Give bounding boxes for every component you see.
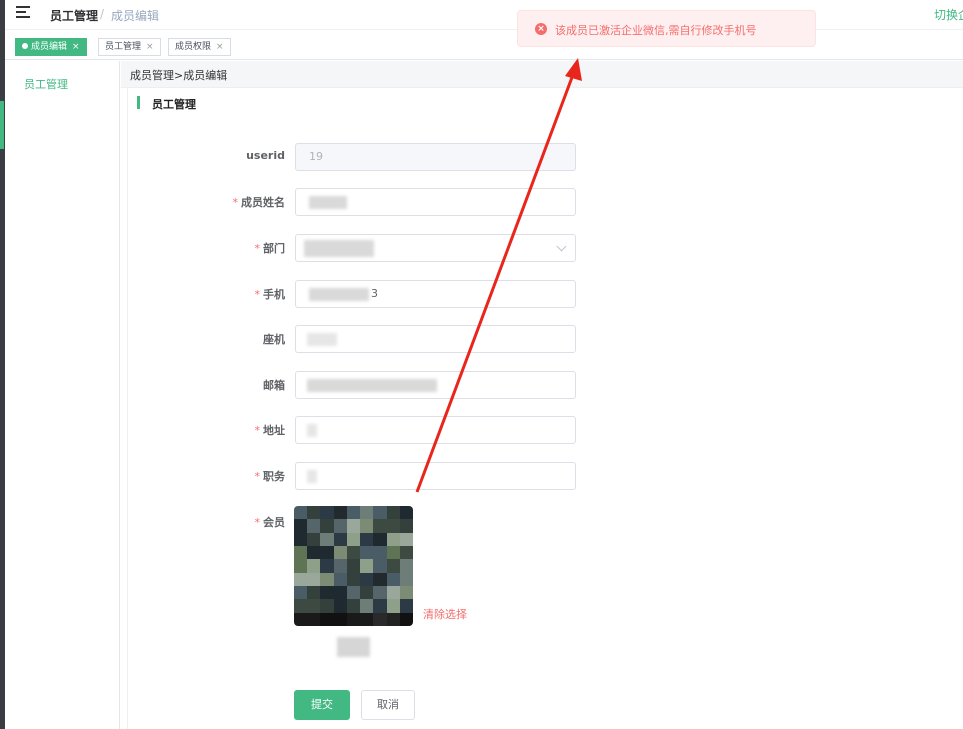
tab-label: 成员编辑 <box>31 42 68 52</box>
tab-label: 员工管理 <box>105 42 142 52</box>
submit-button[interactable]: 提交 <box>294 690 350 720</box>
content-divider <box>127 88 128 729</box>
landline-input[interactable] <box>295 325 576 353</box>
name-label: * 成员姓名 <box>232 196 286 209</box>
form-row-department: * 部门 <box>0 234 963 262</box>
form-row-position: * 职务 <box>0 462 963 490</box>
redacted-value <box>307 470 317 483</box>
member-name-redacted <box>337 637 370 657</box>
email-label: 邮箱 <box>263 379 285 392</box>
redacted-value <box>307 379 437 392</box>
redacted-value <box>309 196 347 209</box>
close-icon[interactable]: × <box>146 42 154 52</box>
userid-value: 19 <box>309 150 323 163</box>
phone-input[interactable]: 3 <box>295 280 576 308</box>
toast-message: 该成员已激活企业微信,需自行修改手机号 <box>555 24 757 37</box>
form-row-userid: userid 19 <box>0 143 963 171</box>
tab-label: 成员权限 <box>175 42 212 52</box>
switch-enterprise-link[interactable]: 切换企 <box>934 6 963 23</box>
userid-label: userid <box>246 149 285 162</box>
userid-input: 19 <box>295 143 576 171</box>
tab-member-permissions[interactable]: 成员权限 × <box>168 38 231 56</box>
redacted-value <box>307 424 317 437</box>
department-select[interactable] <box>295 234 576 262</box>
breadcrumb-separator: / <box>100 7 105 21</box>
landline-label: 座机 <box>263 333 285 346</box>
clear-selection-link[interactable]: 清除选择 <box>423 606 467 622</box>
position-input[interactable] <box>295 462 576 490</box>
form-row-member: * 会员 <box>0 508 963 536</box>
page-breadcrumb-text: 成员管理>成员编辑 <box>130 69 228 82</box>
breadcrumb-parent[interactable]: 员工管理 <box>50 7 98 24</box>
tab-staff-management[interactable]: 员工管理 × <box>98 38 161 56</box>
address-label: * 地址 <box>254 424 286 437</box>
top-navbar: 员工管理 / 成员编辑 切换企 <box>5 0 963 30</box>
breadcrumb-current: 成员编辑 <box>111 9 160 23</box>
form-row-phone: * 手机 3 <box>0 280 963 308</box>
member-label: * 会员 <box>254 516 286 529</box>
close-icon[interactable]: × <box>72 42 80 52</box>
tags-view-bar: 成员编辑 × 员工管理 × 成员权限 × <box>5 36 963 60</box>
sidebar-active-indicator <box>0 101 4 149</box>
form-row-address: * 地址 <box>0 416 963 444</box>
address-input[interactable] <box>295 416 576 444</box>
active-dot-icon <box>22 43 28 49</box>
email-input[interactable] <box>295 371 576 399</box>
redacted-value <box>309 288 369 301</box>
form-row-landline: 座机 <box>0 325 963 353</box>
chevron-down-icon[interactable] <box>556 241 567 252</box>
sidebar-item-staff-management[interactable]: 员工管理 <box>24 76 68 92</box>
member-avatar-image[interactable] <box>294 506 413 626</box>
position-label: * 职务 <box>254 470 286 483</box>
annotation-arrow <box>415 58 582 493</box>
section-title-bar <box>137 96 140 109</box>
phone-visible-digit: 3 <box>371 287 378 300</box>
redacted-value <box>307 333 337 346</box>
error-toast: × 该成员已激活企业微信,需自行修改手机号 <box>517 10 816 47</box>
tab-member-edit[interactable]: 成员编辑 × <box>15 38 87 56</box>
form-row-email: 邮箱 <box>0 371 963 399</box>
cancel-button[interactable]: 取消 <box>361 690 415 720</box>
phone-label: * 手机 <box>254 288 286 301</box>
error-circle-icon: × <box>535 23 547 35</box>
department-label: * 部门 <box>254 242 286 255</box>
form-row-name: * 成员姓名 <box>0 188 963 216</box>
close-icon[interactable]: × <box>216 42 224 52</box>
name-input[interactable] <box>295 188 576 216</box>
hamburger-menu-icon[interactable] <box>16 6 32 20</box>
page-breadcrumb: 成员管理>成员编辑 <box>121 61 963 88</box>
section-title: 员工管理 <box>152 98 196 111</box>
redacted-value <box>304 240 374 257</box>
